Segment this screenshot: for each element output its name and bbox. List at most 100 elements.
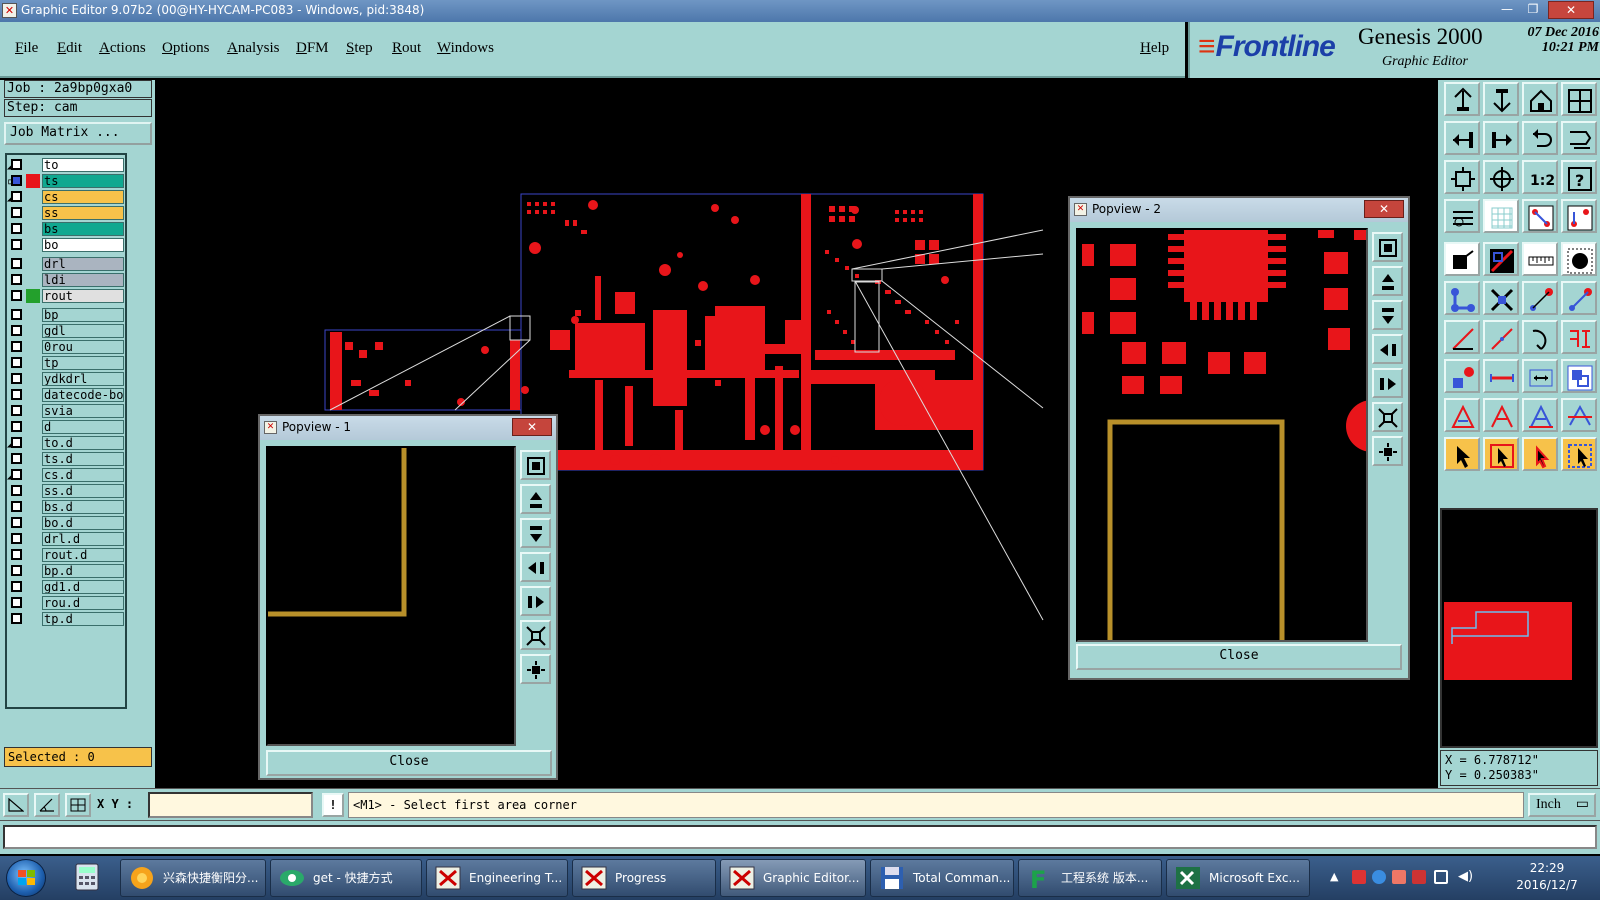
- layer-checkbox[interactable]: [11, 405, 22, 416]
- text-tool-b-button[interactable]: [1483, 398, 1519, 432]
- layer-row[interactable]: ydkdrl: [7, 372, 125, 386]
- layer-name[interactable]: ydkdrl: [42, 372, 124, 386]
- layer-color-swatch[interactable]: [26, 564, 40, 578]
- layer-name[interactable]: ts: [42, 174, 124, 188]
- layer-color-swatch[interactable]: [26, 596, 40, 610]
- menu-edit[interactable]: Edit: [57, 40, 82, 57]
- clock[interactable]: 22:29 2016/12/7: [1502, 860, 1592, 894]
- line-color-button[interactable]: [1483, 242, 1519, 276]
- select-add-button[interactable]: [1483, 437, 1519, 471]
- layer-row[interactable]: svia: [7, 404, 125, 418]
- layer-name[interactable]: gdl: [42, 324, 124, 338]
- minimap[interactable]: [1440, 508, 1598, 748]
- menu-actions[interactable]: Actions: [99, 40, 146, 57]
- layer-name[interactable]: rout: [42, 289, 124, 303]
- select-arrow-button[interactable]: [1444, 437, 1480, 471]
- menu-options[interactable]: Options: [162, 40, 210, 57]
- layer-checkbox[interactable]: [11, 549, 22, 560]
- layer-color-swatch[interactable]: [26, 238, 40, 252]
- layer-color-swatch[interactable]: [26, 222, 40, 236]
- layer-row[interactable]: rou.d: [7, 596, 125, 610]
- layer-checkbox[interactable]: [11, 207, 22, 218]
- layer-name[interactable]: tp.d: [42, 612, 124, 626]
- layer-color-swatch[interactable]: [26, 206, 40, 220]
- layer-row[interactable]: 0rou: [7, 340, 125, 354]
- layer-color-swatch[interactable]: [26, 190, 40, 204]
- layer-name[interactable]: ss.d: [42, 484, 124, 498]
- alert-button[interactable]: !: [322, 793, 344, 817]
- popview1-pan-left-button[interactable]: [520, 552, 551, 582]
- home-button[interactable]: [1522, 82, 1558, 116]
- layer-color-swatch[interactable]: [26, 516, 40, 530]
- layer-color-swatch[interactable]: [26, 356, 40, 370]
- layer-row[interactable]: cs◢: [7, 190, 125, 204]
- layer-name[interactable]: bo.d: [42, 516, 124, 530]
- layer-color-swatch[interactable]: [26, 257, 40, 271]
- window-close-button[interactable]: ✕: [1548, 1, 1594, 19]
- help-query-button[interactable]: ?: [1561, 160, 1597, 194]
- layer-name[interactable]: ts.d: [42, 452, 124, 466]
- select-remove-button[interactable]: [1522, 437, 1558, 471]
- text-tool-a-button[interactable]: [1444, 398, 1480, 432]
- layer-row[interactable]: bp.d: [7, 564, 125, 578]
- popview1-zoom-out-button[interactable]: [520, 620, 551, 650]
- scale-1-2-button[interactable]: 1:2: [1522, 160, 1558, 194]
- popview2-zoom-in-button[interactable]: [1372, 436, 1403, 466]
- taskbar-item[interactable]: Microsoft Exc...: [1166, 859, 1310, 897]
- layer-color-swatch[interactable]: [26, 372, 40, 386]
- layer-color-swatch[interactable]: [26, 388, 40, 402]
- tray-shield-icon[interactable]: [1392, 870, 1406, 884]
- tray-expand-icon[interactable]: ▲: [1330, 870, 1344, 884]
- layer-name[interactable]: to.d: [42, 436, 124, 450]
- layer-row[interactable]: bs: [7, 222, 125, 236]
- layer-name[interactable]: bs.d: [42, 500, 124, 514]
- popview-2-close-x-button[interactable]: ✕: [1364, 200, 1404, 218]
- add-pad-button[interactable]: [1561, 281, 1597, 315]
- text-tool-c-button[interactable]: [1522, 398, 1558, 432]
- layer-name[interactable]: d: [42, 420, 124, 434]
- layer-checkbox[interactable]: [11, 341, 22, 352]
- popview2-pan-right-button[interactable]: [1372, 368, 1403, 398]
- maximize-button[interactable]: ❐: [1520, 1, 1546, 19]
- layer-color-swatch[interactable]: [26, 404, 40, 418]
- pad-move-button[interactable]: [1444, 359, 1480, 393]
- popview1-pan-up-button[interactable]: [520, 484, 551, 514]
- popview1-pan-right-button[interactable]: [520, 586, 551, 616]
- cross-delete-button[interactable]: [1483, 281, 1519, 315]
- layer-color-swatch[interactable]: [26, 324, 40, 338]
- layer-checkbox[interactable]: [11, 597, 22, 608]
- layer-row[interactable]: tp: [7, 356, 125, 370]
- popview-1-close-button[interactable]: Close: [266, 750, 552, 776]
- layer-color-swatch[interactable]: [26, 308, 40, 322]
- layer-name[interactable]: 0rou: [42, 340, 124, 354]
- layer-checkbox[interactable]: [11, 437, 22, 448]
- tray-sync-icon[interactable]: [1372, 870, 1386, 884]
- angle-mode-button[interactable]: [34, 793, 60, 817]
- layer-checkbox[interactable]: [11, 533, 22, 544]
- layer-name[interactable]: drl: [42, 257, 124, 271]
- save-down-button[interactable]: [1483, 82, 1519, 116]
- layer-name[interactable]: cs.d: [42, 468, 124, 482]
- popview2-pan-left-button[interactable]: [1372, 334, 1403, 364]
- menu-analysis[interactable]: Analysis: [227, 40, 280, 57]
- layer-checkbox[interactable]: [11, 290, 22, 301]
- connect-nodes-button[interactable]: [1444, 281, 1480, 315]
- popview2-zoom-fit-button[interactable]: [1372, 232, 1403, 262]
- pad-round-button[interactable]: [1561, 242, 1597, 276]
- snap-mode-button[interactable]: [3, 793, 29, 817]
- popview-2-close-button[interactable]: Close: [1076, 644, 1402, 670]
- layer-checkbox[interactable]: [11, 613, 22, 624]
- add-line-button[interactable]: [1522, 281, 1558, 315]
- popview2-zoom-out-button[interactable]: [1372, 402, 1403, 432]
- pad-select-button[interactable]: [1444, 242, 1480, 276]
- unit-selector[interactable]: Inch ▭: [1528, 793, 1596, 817]
- grid-mode-button[interactable]: [65, 793, 91, 817]
- move-left-button[interactable]: [1444, 121, 1480, 155]
- menu-step[interactable]: Step: [346, 40, 373, 57]
- popview-1-view[interactable]: [266, 446, 516, 746]
- zoom-home-button[interactable]: [1483, 160, 1519, 194]
- layer-color-swatch[interactable]: [26, 500, 40, 514]
- split-window-button[interactable]: [1561, 82, 1597, 116]
- popview1-pan-down-button[interactable]: [520, 518, 551, 548]
- layer-name[interactable]: to: [42, 158, 124, 172]
